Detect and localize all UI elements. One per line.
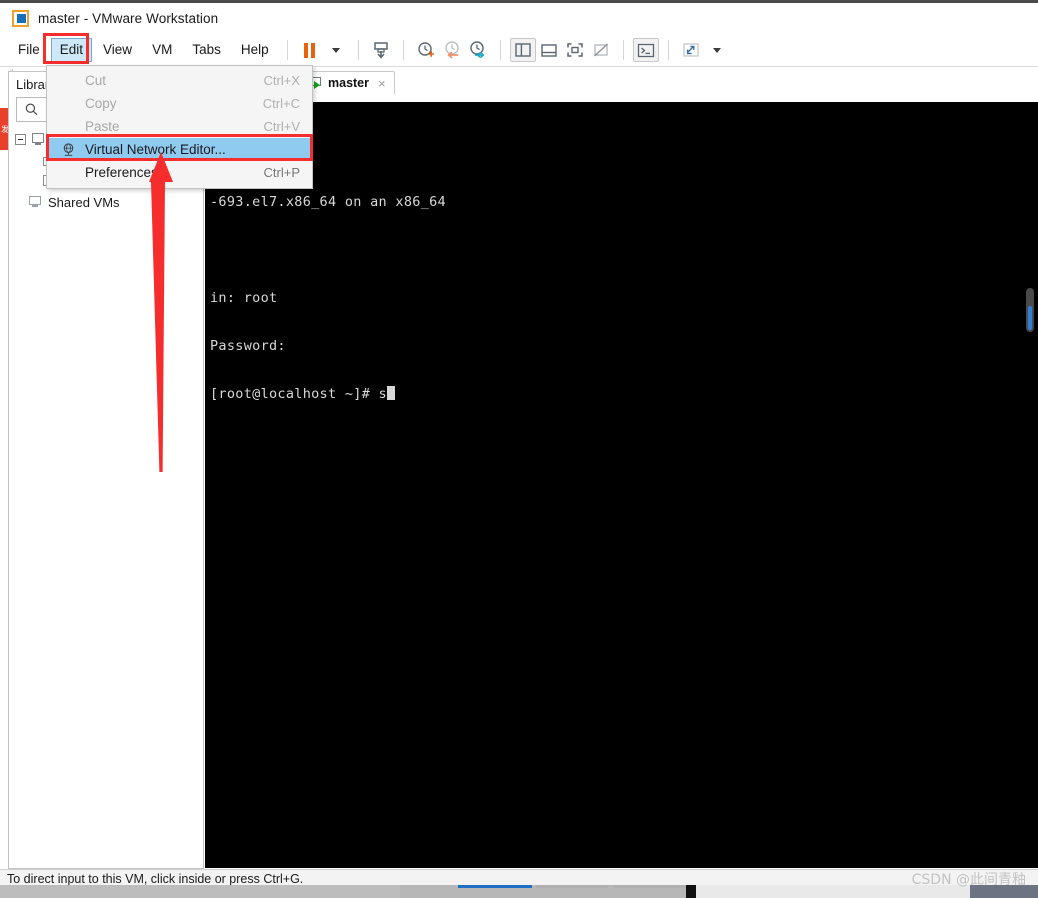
stretch-dropdown-caret-icon[interactable] bbox=[704, 38, 730, 62]
menu-item-label: Cut bbox=[85, 73, 107, 88]
power-dropdown-caret-icon[interactable] bbox=[323, 38, 349, 62]
window-title: master - VMware Workstation bbox=[38, 11, 219, 26]
magnifier-icon bbox=[25, 103, 38, 116]
watermark: CSDN @此间青釉 bbox=[911, 872, 1026, 888]
menu-bar: File Edit View VM Tabs Help bbox=[0, 34, 1038, 67]
console-line: 7 (Core) bbox=[210, 146, 1038, 162]
menu-item-accelerator: Ctrl+V bbox=[263, 119, 300, 134]
taskbar-divider bbox=[686, 885, 696, 898]
menu-item-copy[interactable]: Copy Ctrl+C bbox=[47, 92, 312, 115]
menu-file[interactable]: File bbox=[9, 38, 49, 62]
show-library-icon[interactable] bbox=[509, 38, 536, 62]
toolbar-separator bbox=[286, 40, 288, 60]
vm-console[interactable]: 7 (Core) -693.el7.x86_64 on an x86_64 in… bbox=[205, 102, 1038, 868]
console-line: in: root bbox=[210, 290, 278, 306]
menu-tabs[interactable]: Tabs bbox=[183, 38, 230, 62]
status-message: To direct input to this VM, click inside… bbox=[7, 872, 304, 886]
close-icon[interactable]: × bbox=[378, 76, 386, 91]
toolbar-separator bbox=[622, 40, 624, 60]
toolbar-separator bbox=[499, 40, 501, 60]
revert-snapshot-icon[interactable] bbox=[439, 38, 465, 62]
red-up-arrow bbox=[149, 152, 173, 472]
menu-vm[interactable]: VM bbox=[143, 38, 181, 62]
menu-item-accelerator: Ctrl+X bbox=[263, 73, 300, 88]
console-scrollbar[interactable] bbox=[1026, 288, 1034, 332]
stretch-guest-icon[interactable] bbox=[678, 38, 704, 62]
take-snapshot-icon[interactable] bbox=[413, 38, 439, 62]
show-thumbnail-bar-icon[interactable] bbox=[536, 38, 562, 62]
desktop-taskbar bbox=[0, 885, 1038, 898]
taskbar-item-active[interactable] bbox=[458, 885, 532, 888]
menu-item-accelerator: Ctrl+P bbox=[263, 165, 300, 180]
taskbar-item[interactable] bbox=[614, 885, 686, 888]
host-icon bbox=[31, 133, 45, 146]
console-prompt-line: [root@localhost ~]# s bbox=[210, 386, 1038, 402]
tab-master[interactable]: master × bbox=[303, 71, 395, 94]
manage-snapshots-icon[interactable] bbox=[465, 38, 491, 62]
tree-node-label: Shared VMs bbox=[48, 195, 120, 210]
menu-item-paste[interactable]: Paste Ctrl+V bbox=[47, 115, 312, 138]
screenshot-root: master - VMware Workstation File Edit Vi… bbox=[0, 0, 1038, 898]
taskbar-left bbox=[0, 885, 400, 898]
menu-view[interactable]: View bbox=[94, 38, 141, 62]
tab-label: master bbox=[328, 76, 369, 90]
menu-help[interactable]: Help bbox=[232, 38, 278, 62]
unity-mode-icon[interactable] bbox=[588, 38, 614, 62]
collapse-icon[interactable] bbox=[15, 134, 26, 145]
title-bar: master - VMware Workstation bbox=[0, 3, 1038, 34]
toolbar-separator bbox=[357, 40, 359, 60]
send-key-to-vm-icon[interactable] bbox=[368, 38, 394, 62]
globe-network-icon bbox=[63, 143, 74, 156]
toolbar-separator bbox=[667, 40, 669, 60]
toolbar-separator bbox=[402, 40, 404, 60]
menu-item-label: Copy bbox=[85, 96, 117, 111]
text-cursor bbox=[386, 386, 395, 400]
pause-icon[interactable] bbox=[297, 38, 323, 62]
shared-vms-icon bbox=[29, 196, 43, 209]
full-screen-icon[interactable] bbox=[562, 38, 588, 62]
console-view-icon[interactable] bbox=[632, 38, 659, 62]
menu-item-cut[interactable]: Cut Ctrl+X bbox=[47, 69, 312, 92]
menu-item-accelerator: Ctrl+C bbox=[262, 96, 300, 111]
taskbar-item[interactable] bbox=[536, 885, 608, 888]
console-prompt-text: [root@localhost ~]# s bbox=[210, 386, 387, 402]
menu-item-label: Paste bbox=[85, 119, 120, 134]
menu-edit[interactable]: Edit bbox=[50, 38, 93, 62]
console-line: Password: bbox=[210, 338, 286, 354]
vmware-logo-icon bbox=[12, 10, 29, 27]
console-line: -693.el7.x86_64 on an x86_64 bbox=[210, 194, 446, 210]
